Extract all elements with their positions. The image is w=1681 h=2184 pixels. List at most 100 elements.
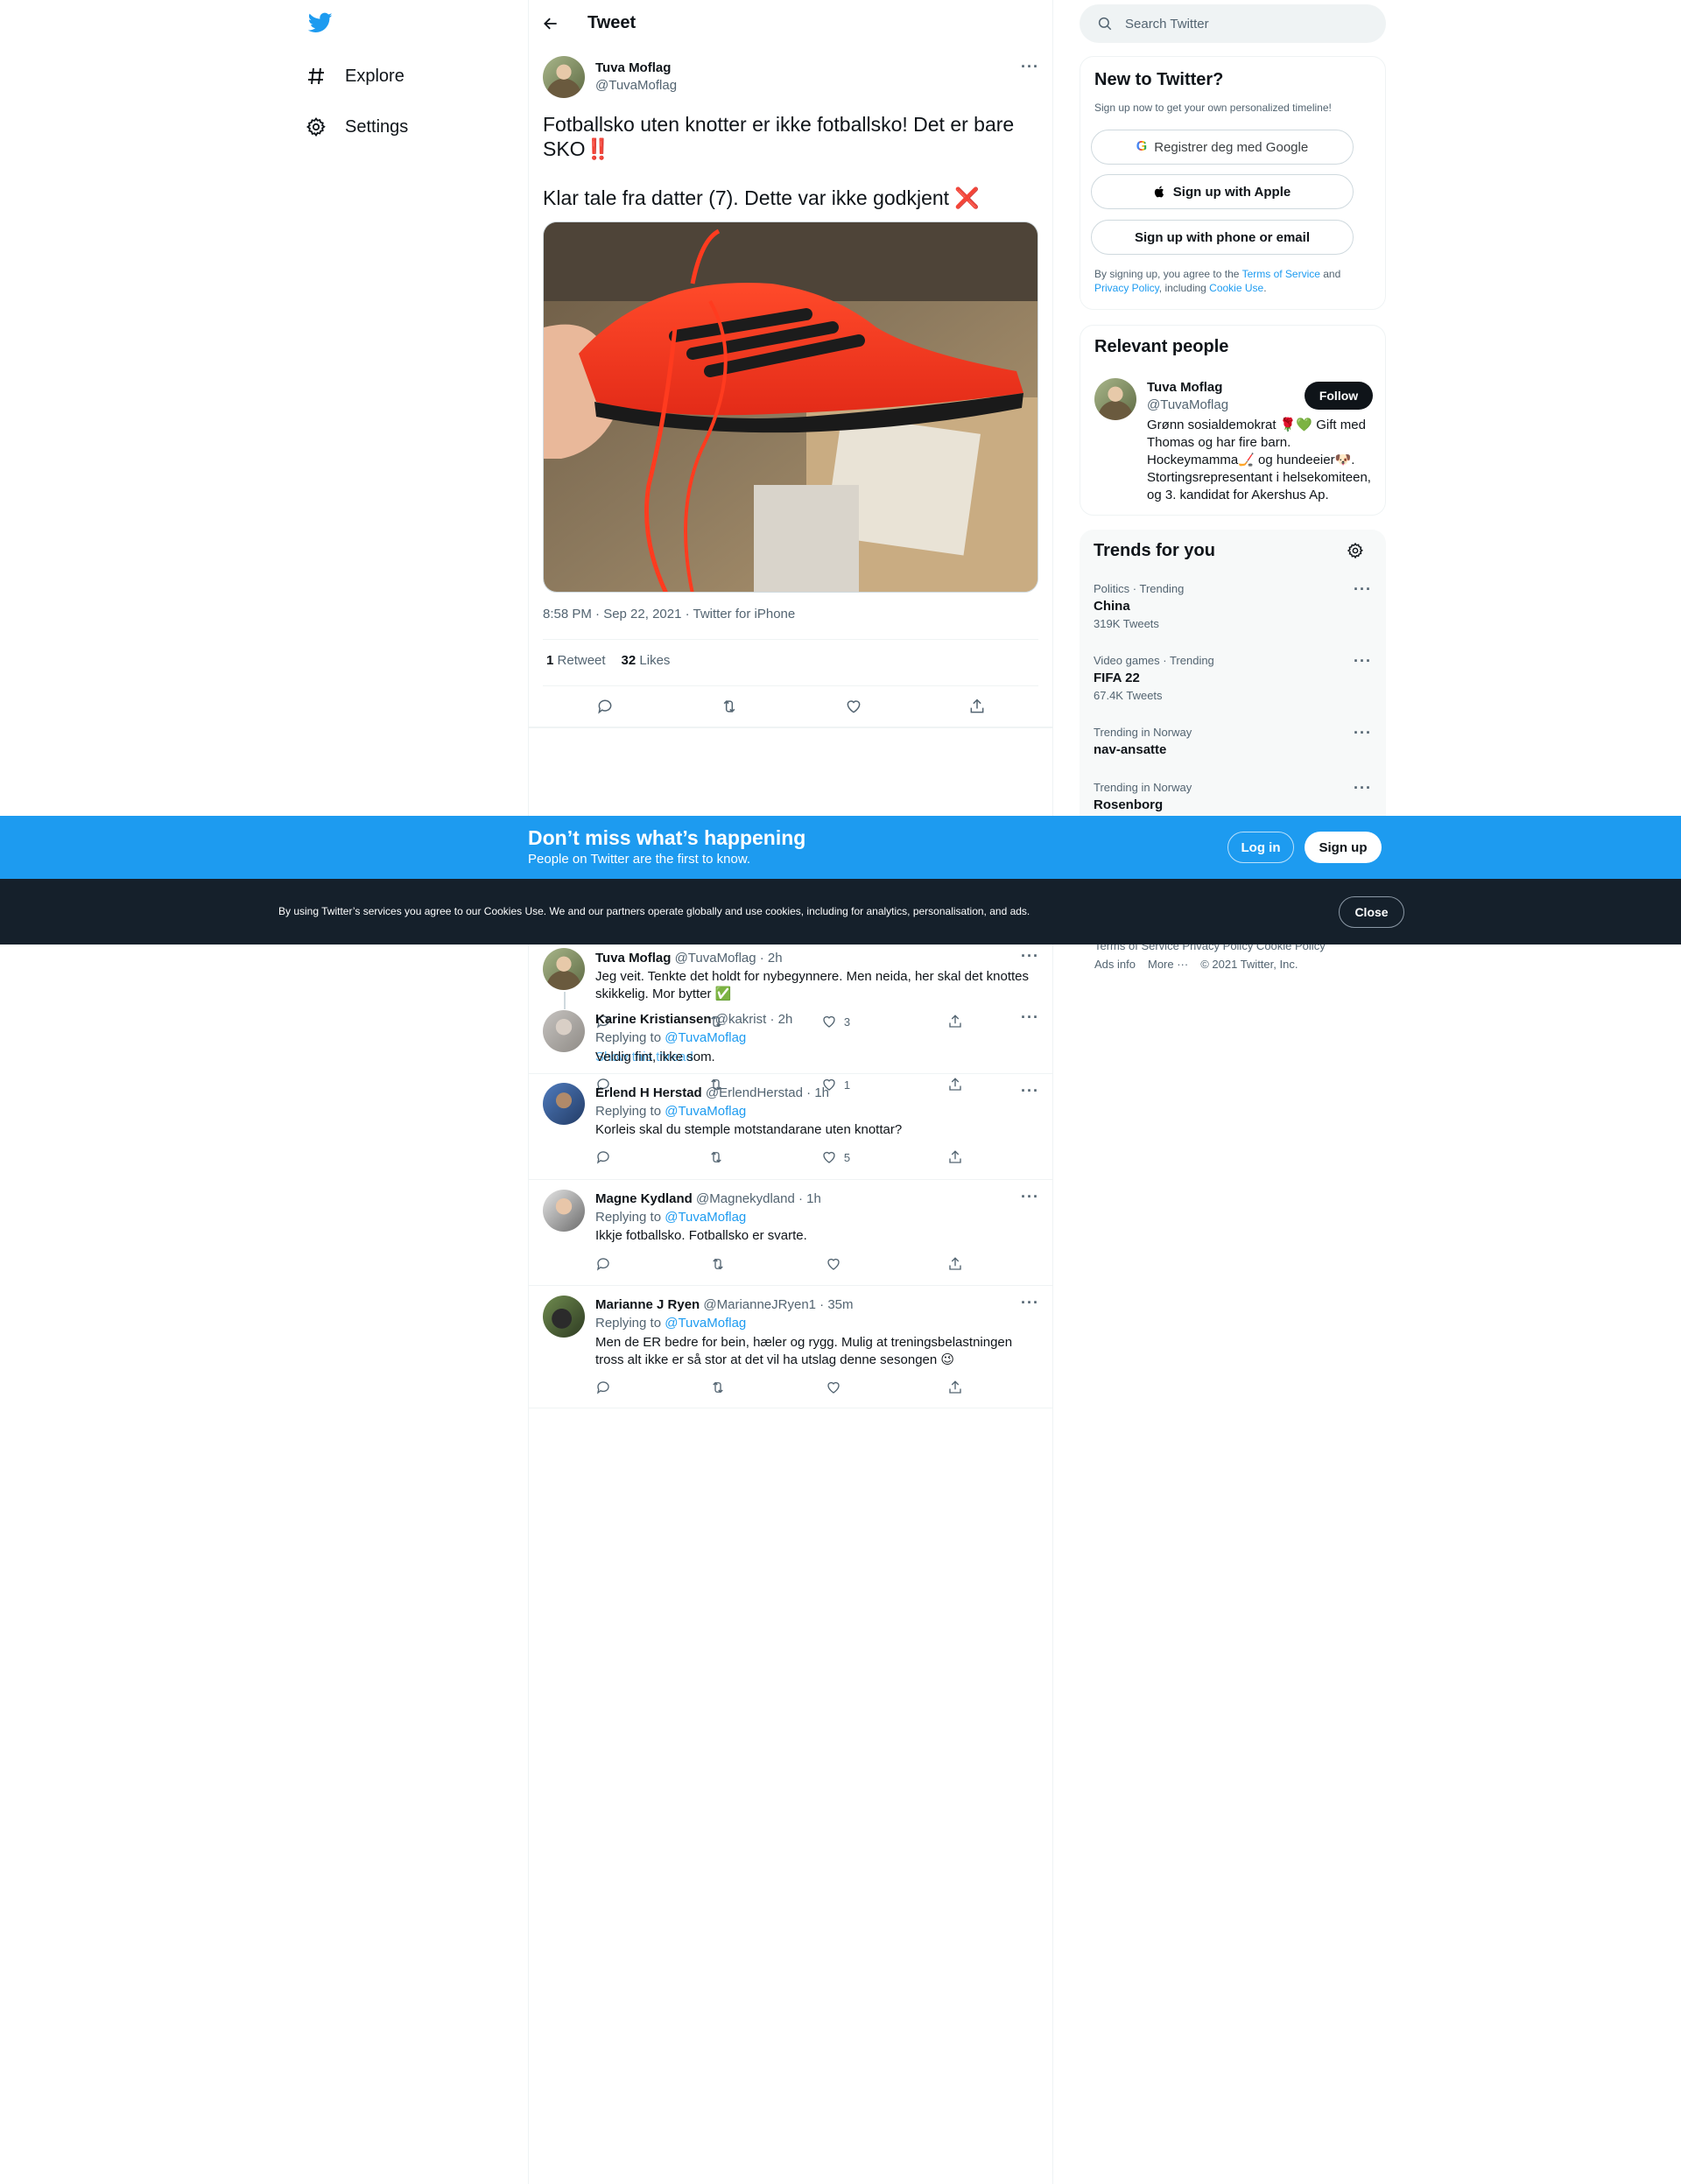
footer-more-link[interactable]: More ···	[1148, 958, 1188, 971]
trend-item[interactable]: Trending in Norway Rosenborg ···	[1094, 779, 1372, 812]
terms-text: and	[1319, 268, 1341, 280]
more-icon[interactable]: ···	[1354, 652, 1372, 671]
phone-signup-button[interactable]: Sign up with phone or email	[1091, 220, 1354, 255]
terms-text: By signing up, you agree to the	[1094, 268, 1242, 280]
more-icon[interactable]: ···	[1354, 580, 1372, 599]
more-icon[interactable]: ···	[1021, 1008, 1039, 1027]
author-name[interactable]: Tuva Moflag	[595, 60, 671, 75]
replying-to: Replying to @TuvaMoflag	[595, 1030, 746, 1045]
nav-explore[interactable]: Explore	[305, 55, 404, 97]
banner-title: Don’t miss what’s happening	[528, 826, 806, 849]
more-icon[interactable]: ···	[1021, 1188, 1039, 1206]
relevant-name[interactable]: Tuva Moflag	[1147, 380, 1222, 395]
reply-icon[interactable]	[595, 1380, 611, 1395]
likes-stat[interactable]: 32 Likes	[622, 653, 671, 668]
more-icon[interactable]: ···	[1354, 779, 1372, 797]
tweet-photo[interactable]	[543, 221, 1038, 593]
trend-name: Rosenborg	[1094, 797, 1164, 812]
reply-avatar[interactable]	[543, 1190, 585, 1232]
reply-handle[interactable]: @MarianneJRyen1 · 35m	[703, 1297, 853, 1312]
divider	[543, 639, 1038, 640]
tweet-timestamp[interactable]: 8:58 PM · Sep 22, 2021 · Twitter for iPh…	[543, 607, 795, 621]
replying-to-link[interactable]: @TuvaMoflag	[665, 1104, 746, 1119]
replying-to-link[interactable]: @TuvaMoflag	[665, 1210, 746, 1225]
retweet-icon[interactable]	[708, 1149, 724, 1165]
tweet-text-line1: Fotballsko uten knotter er ikke fotballs…	[543, 113, 1015, 160]
reply-name[interactable]: Karine Kristiansen	[595, 1012, 712, 1027]
footer-row: Ads info More ··· © 2021 Twitter, Inc.	[1094, 958, 1298, 971]
trend-item[interactable]: Video games · Trending FIFA 22 67.4K Twe…	[1094, 652, 1372, 702]
share-icon[interactable]	[947, 1077, 963, 1092]
relevant-avatar[interactable]	[1094, 378, 1136, 420]
apple-signup-button[interactable]: Sign up with Apple	[1091, 174, 1354, 209]
trend-category: Trending in Norway	[1094, 726, 1192, 739]
reply-avatar[interactable]	[543, 1010, 585, 1052]
trend-category: Trending in Norway	[1094, 781, 1192, 794]
reply-name[interactable]: Magne Kydland	[595, 1191, 693, 1206]
relevant-handle[interactable]: @TuvaMoflag	[1147, 397, 1228, 412]
login-button[interactable]: Log in	[1227, 832, 1294, 863]
more-icon[interactable]: ···	[1021, 1082, 1039, 1100]
cookie-use-link[interactable]: Cookie Use	[1209, 282, 1263, 294]
gear-icon[interactable]	[1347, 542, 1364, 559]
like-button[interactable]	[826, 1256, 848, 1272]
cookie-close-button[interactable]: Close	[1339, 896, 1404, 928]
like-icon[interactable]	[845, 698, 862, 715]
reply-header: Tuva Moflag @TuvaMoflag · 2h	[595, 951, 783, 966]
back-arrow-icon[interactable]	[542, 15, 559, 32]
like-button[interactable]: 3	[821, 1014, 850, 1029]
google-signup-button[interactable]: G Registrer deg med Google	[1091, 130, 1354, 165]
page-title: Tweet	[587, 13, 637, 32]
retweet-icon[interactable]	[710, 1380, 726, 1395]
reply-avatar[interactable]	[543, 948, 585, 990]
more-icon[interactable]: ···	[1021, 947, 1039, 966]
retweet-icon[interactable]	[710, 1256, 726, 1272]
retweet-stat[interactable]: 1 Retweet	[546, 653, 606, 668]
reply-avatar[interactable]	[543, 1083, 585, 1125]
more-icon[interactable]: ···	[1354, 724, 1372, 742]
retweet-icon[interactable]	[720, 698, 739, 715]
reply-header: Karine Kristiansen @kakrist · 2h	[595, 1012, 792, 1027]
reply-name[interactable]: Tuva Moflag	[595, 951, 671, 966]
reply-icon[interactable]	[595, 1149, 611, 1165]
search-icon	[1097, 16, 1113, 32]
reply-icon[interactable]	[595, 1256, 611, 1272]
follow-button[interactable]: Follow	[1305, 382, 1373, 410]
trend-item[interactable]: Trending in Norway nav-ansatte ···	[1094, 724, 1372, 757]
share-icon[interactable]	[968, 698, 986, 715]
reply-handle[interactable]: @ErlendHerstad · 1h	[706, 1085, 829, 1100]
author-handle[interactable]: @TuvaMoflag	[595, 78, 677, 93]
trend-item[interactable]: Politics · Trending China 319K Tweets ··…	[1094, 580, 1372, 630]
reply-actions	[595, 1256, 963, 1272]
reply-handle[interactable]: @kakrist · 2h	[715, 1012, 793, 1027]
share-icon[interactable]	[947, 1014, 963, 1029]
reply-icon[interactable]	[596, 698, 614, 715]
share-icon[interactable]	[947, 1149, 963, 1165]
more-icon[interactable]: ···	[1021, 58, 1039, 76]
replying-to-link[interactable]: @TuvaMoflag	[665, 1030, 746, 1045]
phone-signup-label: Sign up with phone or email	[1134, 229, 1310, 245]
like-button[interactable]	[826, 1380, 848, 1395]
trend-count: 67.4K Tweets	[1094, 689, 1163, 702]
more-icon[interactable]: ···	[1021, 1294, 1039, 1312]
reply-handle[interactable]: @TuvaMoflag · 2h	[675, 951, 783, 966]
terms-of-service-link[interactable]: Terms of Service	[1242, 268, 1320, 280]
reply-text: Men de ER bedre for bein, hæler og rygg.…	[595, 1335, 1013, 1367]
share-icon[interactable]	[947, 1256, 963, 1272]
reply-name[interactable]: Erlend H Herstad	[595, 1085, 702, 1100]
like-button[interactable]: 5	[821, 1149, 850, 1165]
replying-to: Replying to @TuvaMoflag	[595, 1104, 746, 1119]
twitter-logo-icon[interactable]	[306, 11, 334, 39]
reply-handle[interactable]: @Magnekydland · 1h	[696, 1191, 821, 1206]
like-count: 5	[843, 1150, 851, 1164]
search-box[interactable]: Search Twitter	[1080, 4, 1386, 43]
signup-button[interactable]: Sign up	[1305, 832, 1382, 863]
author-avatar[interactable]	[543, 56, 585, 98]
replying-to-link[interactable]: @TuvaMoflag	[665, 1316, 746, 1331]
share-icon[interactable]	[947, 1380, 963, 1395]
reply-avatar[interactable]	[543, 1296, 585, 1338]
reply-name[interactable]: Marianne J Ryen	[595, 1297, 700, 1312]
privacy-policy-link[interactable]: Privacy Policy	[1094, 282, 1159, 294]
nav-settings[interactable]: Settings	[305, 106, 408, 148]
ads-info-link[interactable]: Ads info	[1094, 958, 1136, 971]
